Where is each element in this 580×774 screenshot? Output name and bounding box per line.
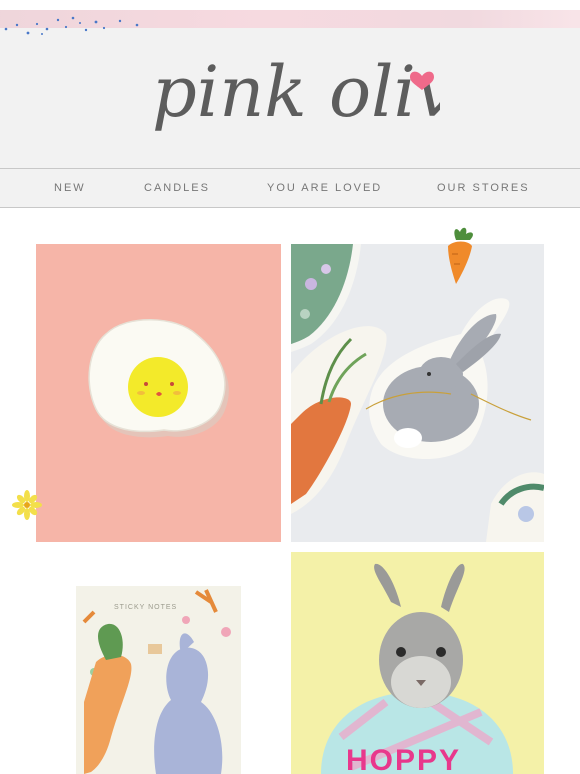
- product-sticky-notes[interactable]: STICKY NOTES: [36, 552, 281, 774]
- carrot-icon: [448, 227, 473, 284]
- main-nav: NEW CANDLES YOU ARE LOVED OUR STORES: [0, 168, 580, 208]
- pink-olive-logo[interactable]: pink olive: [150, 48, 440, 158]
- flower-icon: [12, 490, 42, 520]
- product-egg-pin[interactable]: [36, 244, 281, 542]
- egg-pin-image: [88, 319, 229, 438]
- sticky-notes-card-heading: STICKY NOTES: [114, 604, 178, 611]
- confetti-dots: [4, 16, 139, 35]
- site-header: pink olive: [0, 0, 580, 168]
- nav-item-new[interactable]: NEW: [54, 169, 86, 207]
- logo-wordmark: pink olive: [152, 51, 440, 133]
- product-bunny-garland[interactable]: [291, 244, 544, 542]
- hoppy-card-text: HOPPY: [346, 744, 462, 774]
- hoppy-card-image: [321, 563, 513, 774]
- nav-item-candles[interactable]: CANDLES: [144, 169, 210, 207]
- nav-item-you-are-loved[interactable]: YOU ARE LOVED: [267, 169, 382, 207]
- bunny-garland-image: [291, 244, 544, 542]
- product-hoppy-card[interactable]: HOPPY: [291, 552, 544, 774]
- sticky-notes-image: [76, 586, 241, 774]
- nav-item-our-stores[interactable]: OUR STORES: [437, 169, 530, 207]
